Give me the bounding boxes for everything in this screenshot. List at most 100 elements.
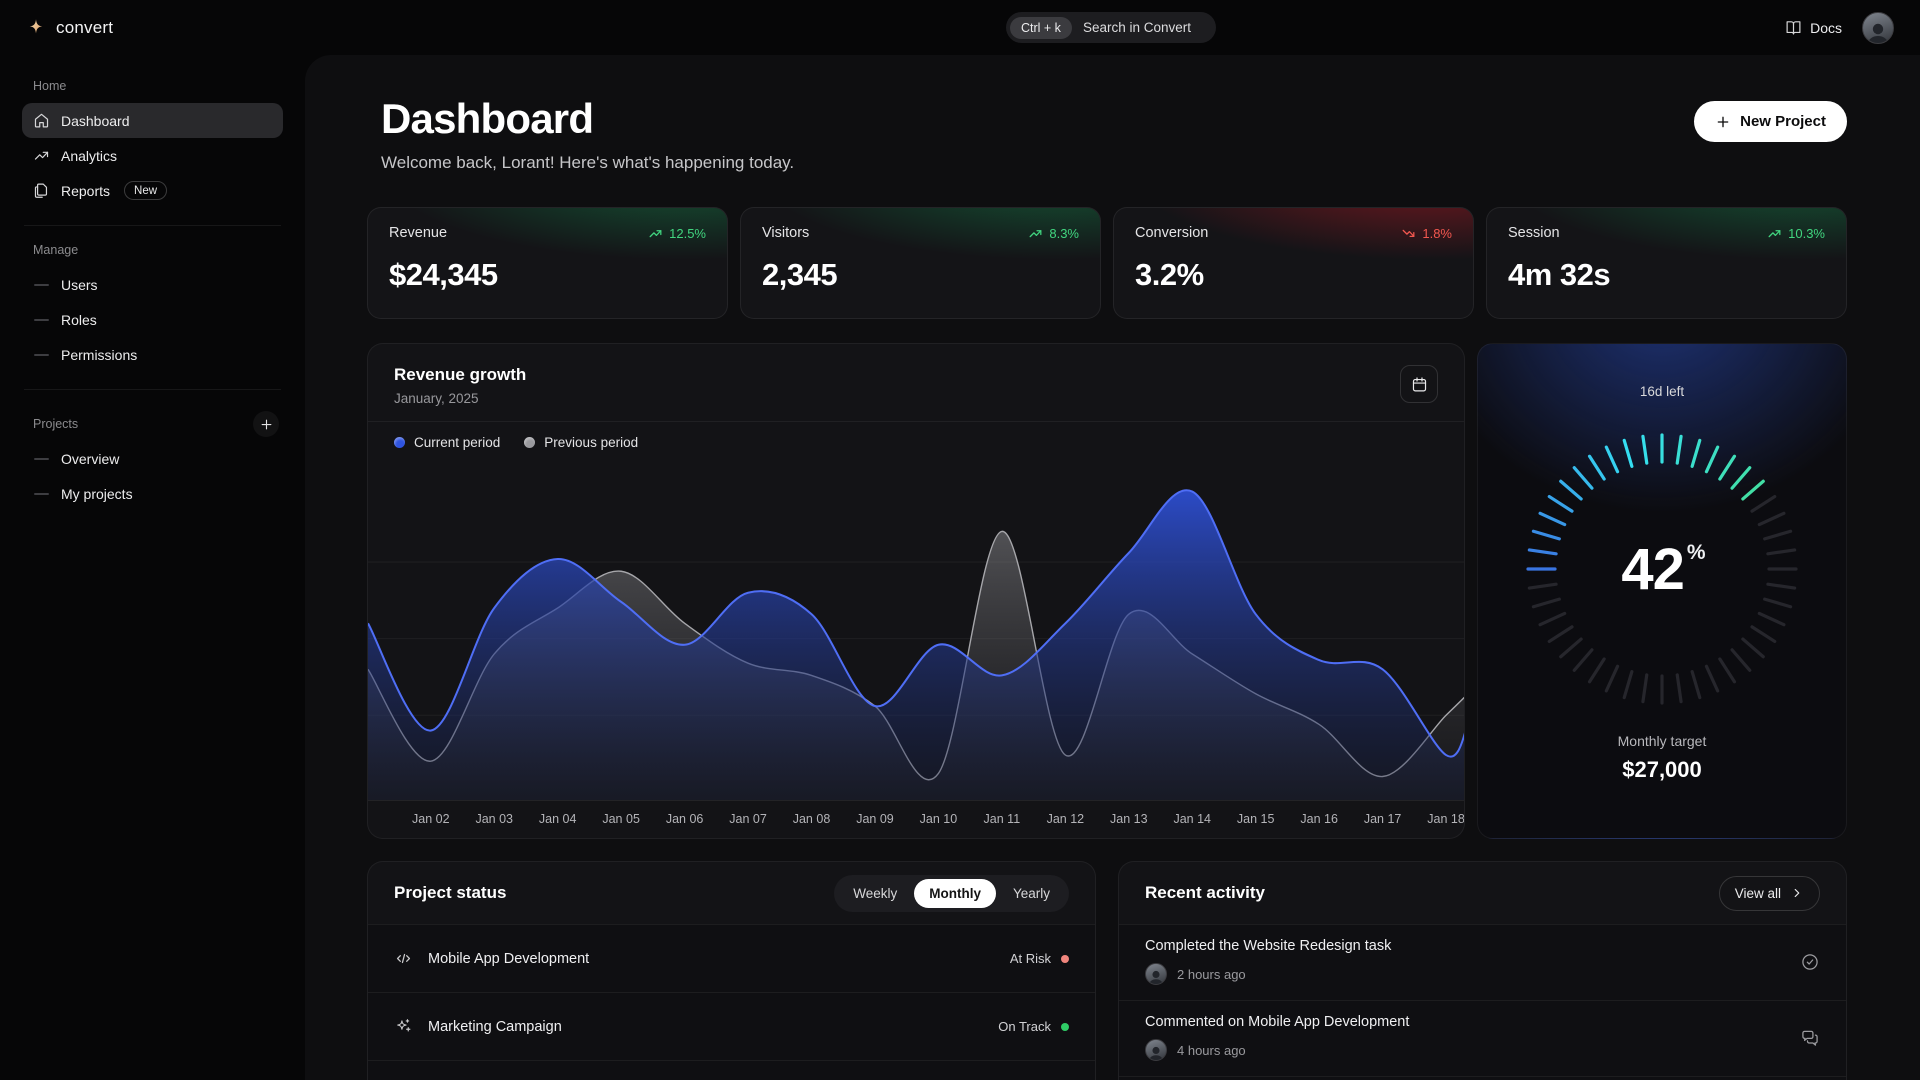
file-icon bbox=[33, 182, 50, 199]
code-icon bbox=[394, 949, 413, 968]
search-input[interactable]: Ctrl + k Search in Convert bbox=[1006, 12, 1216, 43]
area-chart[interactable] bbox=[368, 463, 1464, 800]
project-row-partial[interactable] bbox=[368, 1060, 1095, 1080]
tab-yearly[interactable]: Yearly bbox=[998, 879, 1065, 908]
search-placeholder: Search in Convert bbox=[1083, 20, 1191, 35]
stat-value: $24,345 bbox=[389, 257, 706, 293]
sidebar-item-label: Permissions bbox=[61, 347, 137, 363]
sidebar: Home Dashboard Analytics Reports New bbox=[0, 55, 305, 1080]
activity-item-completed[interactable]: Completed the Website Redesign task 2 ho… bbox=[1119, 924, 1846, 1000]
axis-label: Jan 04 bbox=[539, 812, 577, 826]
docs-label: Docs bbox=[1810, 20, 1842, 36]
axis-label: Jan 18 bbox=[1427, 812, 1465, 826]
status-dot bbox=[1061, 1023, 1069, 1031]
sidebar-item-label: Analytics bbox=[61, 148, 117, 164]
project-row-mobile-app[interactable]: Mobile App Development At Risk bbox=[368, 924, 1095, 992]
stats-row: Revenue 12.5% $24,345 Visitors 8.3% bbox=[367, 207, 1847, 319]
sidebar-item-label: Dashboard bbox=[61, 113, 130, 129]
person-silhouette-icon bbox=[1147, 1045, 1165, 1060]
monthly-target-card: 16d left 42 % Monthly target $27,000 bbox=[1477, 343, 1847, 839]
new-project-label: New Project bbox=[1740, 113, 1826, 130]
activity-time: 2 hours ago bbox=[1177, 967, 1246, 982]
stat-value: 4m 32s bbox=[1508, 257, 1825, 293]
nav-section-projects: Projects bbox=[33, 417, 78, 431]
trending-up-icon bbox=[1767, 226, 1782, 241]
add-project-button[interactable] bbox=[253, 411, 279, 437]
page-title: Dashboard bbox=[381, 95, 794, 143]
stat-label: Revenue bbox=[389, 225, 447, 241]
sparkles-icon bbox=[394, 1017, 413, 1036]
message-icon bbox=[1800, 1028, 1820, 1048]
activity-time: 4 hours ago bbox=[1177, 1043, 1246, 1058]
stat-label: Visitors bbox=[762, 225, 809, 241]
sidebar-item-label: My projects bbox=[61, 486, 133, 502]
new-project-button[interactable]: New Project bbox=[1694, 101, 1847, 142]
axis-label: Jan 11 bbox=[984, 812, 1021, 826]
calendar-button[interactable] bbox=[1400, 365, 1438, 403]
new-badge: New bbox=[124, 181, 167, 200]
activity-title: Completed the Website Redesign task bbox=[1145, 938, 1391, 954]
topbar: convert Ctrl + k Search in Convert Docs bbox=[0, 0, 1920, 55]
sidebar-item-analytics[interactable]: Analytics bbox=[22, 138, 283, 173]
projects-section-head: Projects bbox=[22, 407, 283, 441]
axis-label: Jan 06 bbox=[666, 812, 704, 826]
stat-card-visitors[interactable]: Visitors 8.3% 2,345 bbox=[740, 207, 1101, 319]
check-circle-icon bbox=[1800, 952, 1820, 972]
project-row-marketing[interactable]: Marketing Campaign On Track bbox=[368, 992, 1095, 1060]
tab-monthly[interactable]: Monthly bbox=[914, 879, 996, 908]
sidebar-item-overview[interactable]: Overview bbox=[22, 441, 283, 476]
axis-label: Jan 05 bbox=[602, 812, 640, 826]
person-silhouette-icon bbox=[1865, 21, 1891, 43]
days-left-label: 16d left bbox=[1478, 384, 1846, 399]
legend-current-period[interactable]: Current period bbox=[394, 435, 500, 450]
stat-delta: 12.5% bbox=[648, 226, 706, 241]
nav-section-home: Home bbox=[33, 79, 272, 93]
status-dot bbox=[1061, 955, 1069, 963]
sidebar-item-label: Reports bbox=[61, 183, 110, 199]
sidebar-item-label: Overview bbox=[61, 451, 119, 467]
sidebar-item-roles[interactable]: Roles bbox=[22, 302, 283, 337]
legend-dot bbox=[524, 437, 535, 448]
trending-up-icon bbox=[33, 147, 50, 164]
sidebar-divider bbox=[24, 389, 281, 390]
axis-label: Jan 09 bbox=[856, 812, 894, 826]
project-status-badge: At Risk bbox=[1010, 951, 1069, 966]
user-avatar[interactable] bbox=[1862, 12, 1894, 44]
tab-weekly[interactable]: Weekly bbox=[838, 879, 912, 908]
sidebar-item-label: Roles bbox=[61, 312, 97, 328]
monthly-target-value: $27,000 bbox=[1478, 757, 1846, 783]
progress-gauge: 42 % bbox=[1512, 419, 1812, 719]
calendar-icon bbox=[1411, 376, 1428, 393]
activity-item-created[interactable]: Created a new task in Marketing Campaign bbox=[1119, 1076, 1846, 1080]
keyboard-shortcut-badge: Ctrl + k bbox=[1010, 17, 1072, 39]
activity-item-commented[interactable]: Commented on Mobile App Development 4 ho… bbox=[1119, 1000, 1846, 1076]
project-status-panel: Project status Weekly Monthly Yearly Mob… bbox=[367, 861, 1096, 1080]
stat-card-session[interactable]: Session 10.3% 4m 32s bbox=[1486, 207, 1847, 319]
sidebar-item-dashboard[interactable]: Dashboard bbox=[22, 103, 283, 138]
recent-activity-panel: Recent activity View all Completed the W… bbox=[1118, 861, 1847, 1080]
dash-icon bbox=[34, 354, 49, 356]
view-all-button[interactable]: View all bbox=[1719, 876, 1820, 911]
stat-card-revenue[interactable]: Revenue 12.5% $24,345 bbox=[367, 207, 728, 319]
axis-label: Jan 17 bbox=[1364, 812, 1402, 826]
axis-label: Jan 08 bbox=[793, 812, 831, 826]
sidebar-item-reports[interactable]: Reports New bbox=[22, 173, 283, 208]
legend-previous-period[interactable]: Previous period bbox=[524, 435, 638, 450]
activity-title: Commented on Mobile App Development bbox=[1145, 1014, 1409, 1030]
gauge-value: 42 % bbox=[1512, 419, 1812, 719]
stat-label: Session bbox=[1508, 225, 1560, 241]
stat-card-conversion[interactable]: Conversion 1.8% 3.2% bbox=[1113, 207, 1474, 319]
sidebar-item-users[interactable]: Users bbox=[22, 267, 283, 302]
sidebar-item-my-projects[interactable]: My projects bbox=[22, 476, 283, 511]
docs-link[interactable]: Docs bbox=[1785, 19, 1842, 36]
dash-icon bbox=[34, 458, 49, 460]
chart-legend: Current period Previous period bbox=[368, 421, 1464, 463]
trending-up-icon bbox=[1028, 226, 1043, 241]
dash-icon bbox=[34, 319, 49, 321]
activity-avatar bbox=[1145, 1039, 1167, 1061]
main-content: Dashboard Welcome back, Lorant! Here's w… bbox=[305, 55, 1920, 1080]
axis-label: Jan 14 bbox=[1173, 812, 1211, 826]
dash-icon bbox=[34, 493, 49, 495]
axis-label: Jan 02 bbox=[412, 812, 450, 826]
sidebar-item-permissions[interactable]: Permissions bbox=[22, 337, 283, 372]
